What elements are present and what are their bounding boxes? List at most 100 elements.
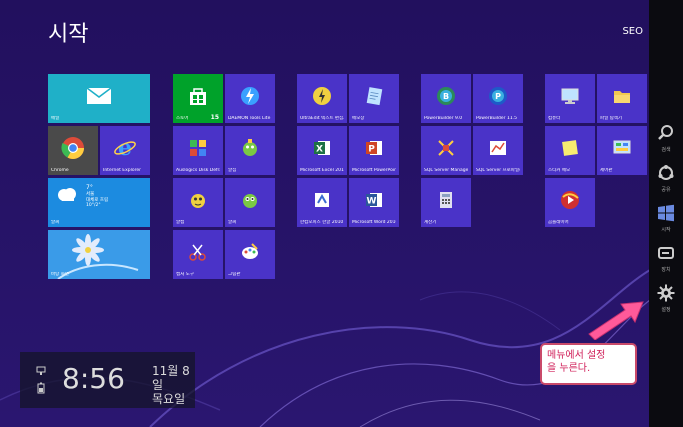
charm-devices[interactable]: 장치 [649, 238, 683, 280]
tile-label: 제어판 [600, 168, 613, 173]
charm-search[interactable]: 검색 [649, 118, 683, 160]
control-panel-icon [613, 140, 631, 154]
windows-icon [658, 204, 674, 222]
tile-gom-player[interactable]: 곰플레이어 [545, 178, 595, 227]
pointer-arrow-icon [588, 301, 644, 340]
tile-chrome[interactable]: Chrome [48, 126, 98, 175]
tile-calculator[interactable]: 계산기 [421, 178, 471, 227]
charm-share[interactable]: 공유 [649, 158, 683, 200]
clock-day: 목요일 [152, 392, 186, 406]
tile-label: 캡처 도구 [176, 272, 194, 277]
weather-range: 10°/2° [86, 203, 101, 208]
alsee-icon [243, 193, 257, 208]
tile-sql-profiler[interactable]: SQL Server 프로파일러 [473, 126, 523, 175]
store-badge: 15 [210, 114, 219, 121]
tile-alzip[interactable]: 알집 [225, 126, 275, 175]
tile-computer[interactable]: 컴퓨터 [545, 74, 595, 123]
tile-label: Microsoft Excel 2010 [300, 168, 344, 173]
devices-icon [658, 247, 674, 259]
tile-label: 알씨 [228, 220, 237, 225]
tile-label: 그림판 [228, 272, 241, 277]
tile-label: Internet Explorer [103, 168, 142, 173]
tile-snipping-tool[interactable]: 캡처 도구 [173, 230, 223, 279]
charm-settings[interactable]: 설정 [649, 278, 683, 320]
tile-auslogics-defrag[interactable]: Auslogics Disk Defrag [173, 126, 223, 175]
tile-alsee[interactable]: 알씨 [225, 178, 275, 227]
tile-excel[interactable]: X Microsoft Excel 2010 [297, 126, 347, 175]
tile-file-explorer[interactable]: 파일 탐색기 [597, 74, 647, 123]
tile-ie[interactable]: e Internet Explorer [100, 126, 150, 175]
charm-label: 설정 [661, 307, 671, 313]
tile-paint[interactable]: 그림판 [225, 230, 275, 279]
powerbuilder-icon: B [437, 86, 455, 105]
instruction-callout: 메뉴에서 설정 을 누른다. [540, 343, 637, 385]
defrag-icon [190, 139, 206, 156]
tile-label: Chrome [51, 168, 69, 173]
tile-label: 컴퓨터 [548, 116, 561, 121]
paint-icon [242, 242, 258, 259]
tile-powerpoint[interactable]: P Microsoft PowerPoint 2010 [349, 126, 399, 175]
network-icon [36, 366, 46, 375]
charm-start[interactable]: 시작 [649, 198, 683, 240]
tile-label: 알집 [228, 168, 237, 173]
store-icon [190, 87, 206, 105]
tile-label: 곰플레이어 [548, 220, 569, 225]
excel-icon: X [314, 140, 330, 155]
tile-daemon-tools[interactable]: DAEMON Tools Lite [225, 74, 275, 123]
svg-text:P: P [368, 144, 375, 154]
clock-overlay: 8:56 11월 8일 목요일 [20, 352, 195, 408]
daemon-icon [241, 86, 259, 105]
tile-label: Auslogics Disk Defrag [176, 168, 220, 173]
tile-alcap[interactable]: 알캡 [173, 178, 223, 227]
svg-text:B: B [443, 92, 449, 101]
tile-label: SQL Server 프로파일러 [476, 168, 520, 173]
computer-icon [561, 88, 579, 104]
clock-time: 8:56 [62, 362, 125, 395]
user-name: SEO [622, 25, 643, 37]
charm-label: 시작 [661, 227, 671, 233]
tile-label: Microsoft PowerPoint 2010 [352, 168, 396, 173]
tile-control-panel[interactable]: 제어판 [597, 126, 647, 175]
tile-notepad[interactable]: 메모장 [349, 74, 399, 123]
tile-label: PowerBuilder 9.0 [424, 116, 463, 121]
tile-weather[interactable]: 7° 서울 대체로 흐림 10°/2° 날씨 [48, 178, 150, 227]
tile-label: 한컴오피스 한글 2010 [300, 220, 344, 225]
alcap-icon [191, 193, 205, 208]
share-icon [658, 165, 674, 180]
tile-label: DAEMON Tools Lite [228, 116, 271, 121]
ultraedit-icon [313, 86, 331, 105]
tile-store[interactable]: 스토어 15 [173, 74, 223, 123]
notepad-icon [366, 86, 383, 105]
tile-sticky-notes[interactable]: 스티커 메모 [545, 126, 595, 175]
tile-label: 메모장 [352, 116, 365, 121]
tile-word[interactable]: W Microsoft Word 2010 [349, 178, 399, 227]
tile-label: 스티커 메모 [548, 168, 571, 173]
tile-powerbuilder-9[interactable]: B PowerBuilder 9.0 [421, 74, 471, 123]
hangul-icon [315, 192, 329, 207]
page-title: 시작 [48, 22, 89, 47]
powerbuilder-icon: P [489, 86, 507, 105]
sql-profiler-icon [490, 140, 506, 155]
svg-text:X: X [316, 144, 323, 154]
tile-powerbuilder-11[interactable]: P PowerBuilder 11.5 [473, 74, 523, 123]
tile-ultraedit[interactable]: UltraEdit 텍스트 편집기 [297, 74, 347, 123]
tile-label: Microsoft Word 2010 [352, 220, 396, 225]
tile-label: UltraEdit 텍스트 편집기 [300, 116, 344, 121]
charm-label: 장치 [661, 267, 671, 273]
clock-date-block: 11월 8일 목요일 [152, 364, 195, 406]
weather-icon [58, 188, 76, 201]
tile-label: 파일 탐색기 [600, 116, 623, 121]
player-icon [561, 190, 579, 209]
charm-label: 검색 [661, 147, 671, 153]
gear-icon [657, 284, 675, 302]
clock-date: 11월 8일 [152, 364, 190, 392]
tile-sql-management[interactable]: SQL Server Management ... [421, 126, 471, 175]
search-icon [658, 125, 673, 140]
sticky-icon [562, 139, 578, 156]
folder-icon [614, 90, 630, 103]
tile-desktop[interactable]: 바탕 화면 [48, 230, 150, 279]
mail-icon [86, 86, 112, 104]
tile-hangul[interactable]: 한컴오피스 한글 2010 [297, 178, 347, 227]
tile-label: 메일 [51, 116, 60, 121]
tile-mail[interactable]: 메일 [48, 74, 150, 123]
